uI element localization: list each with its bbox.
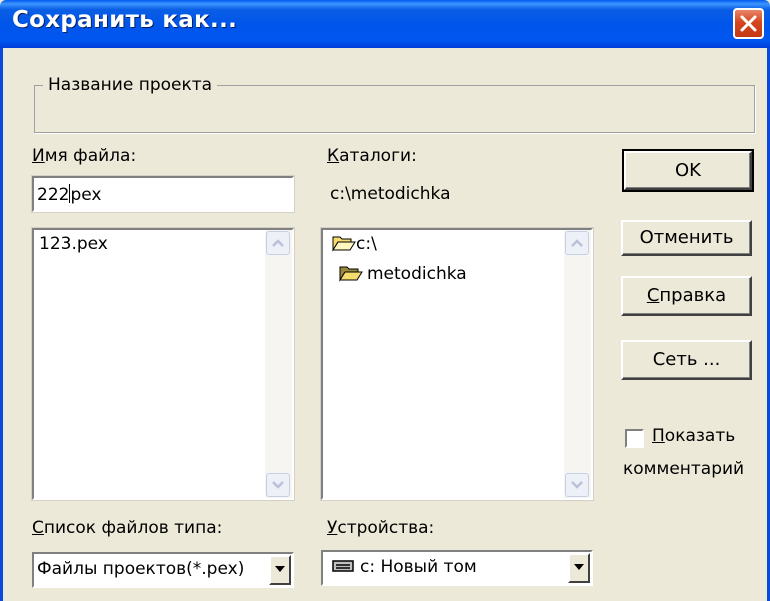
directories-list-scrollbar[interactable] xyxy=(564,230,591,498)
files-scroll-down-button[interactable] xyxy=(266,473,290,497)
chevron-up-icon xyxy=(272,239,284,247)
close-icon xyxy=(740,15,757,32)
file-type-dropdown-button[interactable] xyxy=(269,555,291,585)
ok-button[interactable]: OK xyxy=(622,149,754,192)
directory-item-metodichka[interactable]: metodichka xyxy=(339,264,467,284)
dropdown-arrow-icon xyxy=(275,566,285,572)
file-name-value-start: 222 xyxy=(37,185,70,205)
file-list-item[interactable]: 123.pex xyxy=(39,234,108,254)
directories-label: Каталоги: xyxy=(327,146,417,166)
open-folder-icon xyxy=(339,266,363,282)
file-name-label: Имя файла: xyxy=(32,146,137,166)
dropdown-arrow-icon xyxy=(574,564,584,570)
file-name-input[interactable]: 222pex xyxy=(31,175,295,213)
save-as-dialog: Сохранить как... Название проекта Имя фа… xyxy=(0,0,770,601)
directories-scroll-down-button[interactable] xyxy=(565,473,589,497)
window-border-left xyxy=(0,48,3,601)
network-button[interactable]: Сеть ... xyxy=(621,340,752,380)
help-button[interactable]: Справка xyxy=(621,276,752,316)
drive-icon xyxy=(332,560,354,572)
file-type-select[interactable]: Файлы проектов(*.pex) xyxy=(32,552,294,588)
open-folder-icon xyxy=(332,236,356,252)
chevron-down-icon xyxy=(571,481,583,489)
show-comments-label[interactable]: Показать xyxy=(652,426,735,446)
cancel-button[interactable]: Отменить xyxy=(621,220,752,256)
files-scroll-up-button[interactable] xyxy=(266,231,290,255)
chevron-up-icon xyxy=(571,239,583,247)
show-comments-label-line2[interactable]: комментарий xyxy=(623,459,744,479)
current-directory-path: c:\metodichka xyxy=(330,184,451,204)
show-comments-checkbox[interactable] xyxy=(625,429,644,448)
file-type-value: Файлы проектов(*.pex) xyxy=(37,559,245,579)
title-bar[interactable]: Сохранить как... xyxy=(0,0,770,48)
project-name-group-label: Название проекта xyxy=(43,75,218,95)
directory-item-root[interactable]: c:\ xyxy=(332,234,377,254)
files-list-scrollbar[interactable] xyxy=(265,230,292,498)
file-name-value-end: pex xyxy=(70,185,102,205)
drives-select[interactable]: c: Новый том xyxy=(321,550,593,586)
file-type-label: Список файлов типа: xyxy=(32,518,223,538)
files-list[interactable]: 123.pex xyxy=(31,227,295,501)
directories-list[interactable]: c:\ metodichka xyxy=(320,227,594,501)
window-title: Сохранить как... xyxy=(12,7,238,33)
drives-value: c: Новый том xyxy=(360,557,477,577)
chevron-down-icon xyxy=(272,481,284,489)
drives-label: Устройства: xyxy=(327,518,435,538)
close-button[interactable] xyxy=(733,8,764,39)
drives-dropdown-button[interactable] xyxy=(568,553,590,583)
directories-scroll-up-button[interactable] xyxy=(565,231,589,255)
